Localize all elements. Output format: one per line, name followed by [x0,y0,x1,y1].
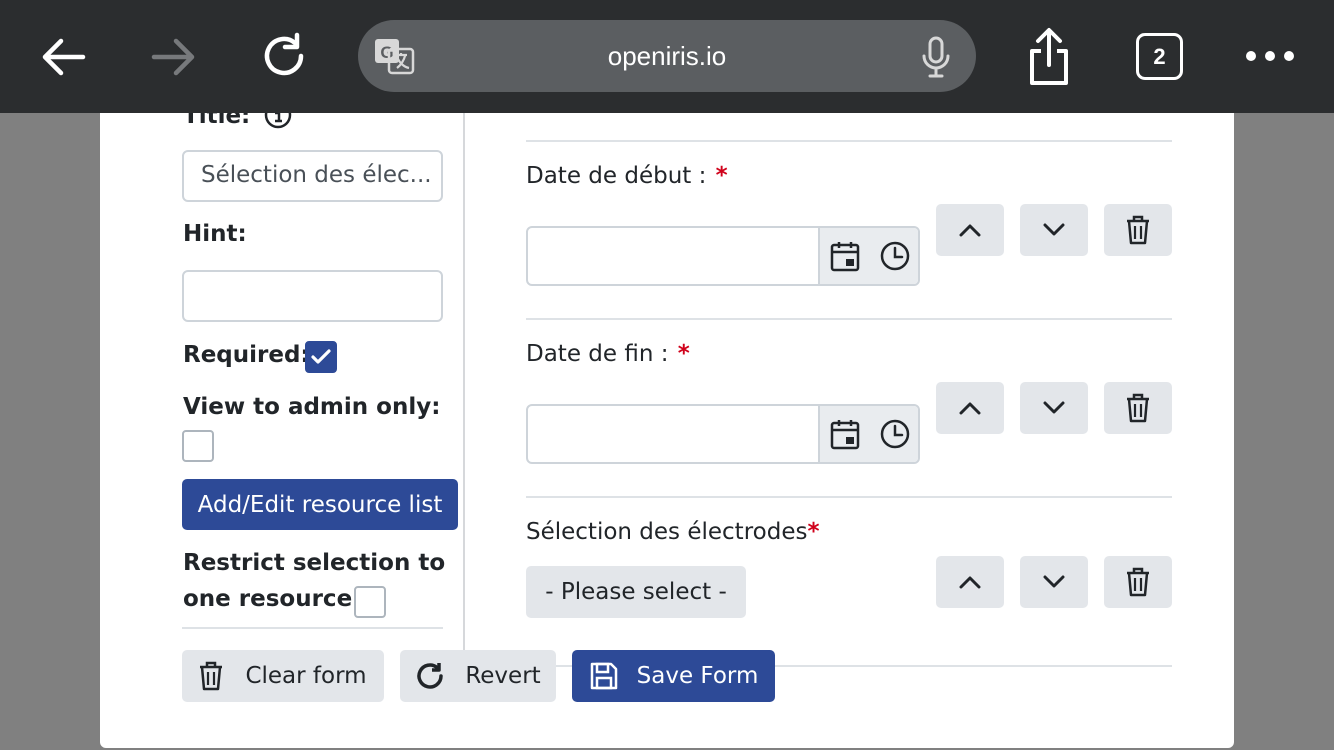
field-label-start-date: Date de début : * [526,163,728,189]
calendar-icon[interactable] [830,240,860,272]
start-date-input[interactable] [526,226,920,286]
required-mark: * [677,341,690,367]
move-down-button[interactable] [1020,382,1088,434]
field-label-end-date: Date de fin : * [526,341,690,367]
restrict-label-line2: one resource: [183,586,362,612]
view-admin-label: View to admin only: [183,394,441,420]
trash-icon [1127,567,1149,597]
clear-form-label: Clear form [245,663,367,689]
restrict-label-line1: Restrict selection to [183,550,446,576]
move-up-button[interactable] [936,204,1004,256]
share-icon [1030,28,1068,85]
delete-field-button[interactable] [1104,382,1172,434]
add-edit-resource-list-button[interactable]: Add/Edit resource list [182,479,458,530]
check-icon [311,349,331,364]
save-icon [590,662,617,690]
move-down-button[interactable] [1020,204,1088,256]
electrodes-select[interactable]: - Please select - [526,566,746,618]
clock-icon[interactable] [879,240,911,272]
divider-1 [526,318,1172,320]
title-input[interactable]: Sélection des élec... [182,150,443,202]
trash-icon [200,661,223,691]
delete-field-button[interactable] [1104,556,1172,608]
more-dots-icon [1246,51,1294,61]
trash-icon [1127,393,1149,423]
more-button[interactable] [1242,40,1298,72]
share-button[interactable] [1024,26,1074,88]
reload-button[interactable] [256,28,312,84]
calendar-icon[interactable] [830,418,860,450]
save-form-button[interactable]: Save Form [572,650,775,702]
field-label-electrodes: Sélection des électrodes* [526,519,820,545]
end-date-input[interactable] [526,404,920,464]
delete-field-button[interactable] [1104,204,1172,256]
title-label: Title: [183,113,292,129]
chevron-up-icon [959,224,981,237]
save-form-label: Save Form [636,663,759,689]
back-button[interactable] [36,30,90,84]
hint-input[interactable] [182,270,443,322]
form-builder-card: Title: Sélection des élec... Hint: Requi… [100,113,1234,748]
trash-icon [1127,215,1149,245]
microphone-icon[interactable] [918,36,954,78]
tabs-button[interactable]: 2 [1136,33,1183,80]
divider-top [526,140,1172,142]
required-mark: * [807,519,820,545]
divider-2 [526,496,1172,498]
chevron-up-icon [959,576,981,589]
chevron-down-icon [1043,401,1065,414]
view-admin-checkbox[interactable] [182,430,214,462]
arrow-right-icon [151,38,195,76]
move-down-button[interactable] [1020,556,1088,608]
arrow-left-icon [42,38,86,76]
move-up-button[interactable] [936,382,1004,434]
chevron-up-icon [959,402,981,415]
address-bar[interactable]: G openiris.io [358,20,976,92]
revert-button[interactable]: Revert [400,650,556,702]
move-up-button[interactable] [936,556,1004,608]
revert-label: Revert [465,663,541,689]
restrict-checkbox[interactable] [354,586,386,618]
chevron-down-icon [1043,575,1065,588]
required-checkbox[interactable] [305,341,337,373]
panel-divider [463,113,465,650]
required-mark: * [715,163,728,189]
clock-icon[interactable] [879,418,911,450]
chevron-down-icon [1043,223,1065,236]
datetime-addon [818,228,918,284]
info-icon[interactable] [264,113,292,129]
hint-label: Hint: [183,221,247,247]
clear-form-button[interactable]: Clear form [182,650,384,702]
datetime-addon [818,406,918,462]
left-divider [182,627,443,629]
revert-icon [417,663,444,689]
required-label: Required: [183,342,310,368]
browser-toolbar: G openiris.io 2 [0,0,1334,113]
url-text: openiris.io [607,41,727,71]
reload-icon [264,32,304,76]
forward-button[interactable] [147,30,201,84]
